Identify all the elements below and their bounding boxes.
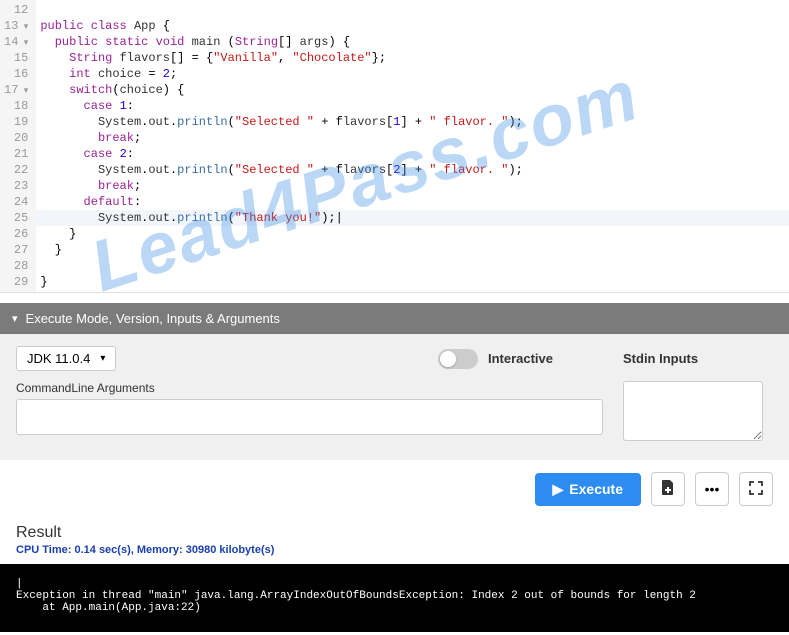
code-line[interactable]: } bbox=[36, 274, 789, 290]
chevron-down-icon: ▾ bbox=[12, 312, 18, 325]
code-area[interactable]: public class App { public static void ma… bbox=[36, 0, 789, 292]
code-line[interactable] bbox=[36, 2, 789, 18]
code-line[interactable]: case 1: bbox=[36, 98, 789, 114]
button-row: ▶ Execute ••• bbox=[0, 460, 789, 518]
dots-icon: ••• bbox=[705, 481, 720, 497]
line-number: 18 bbox=[4, 98, 28, 114]
line-number: 14 bbox=[4, 34, 28, 50]
code-line[interactable]: System.out.println("Thank you!");| bbox=[36, 210, 789, 226]
line-number: 24 bbox=[4, 194, 28, 210]
fullscreen-button[interactable] bbox=[739, 472, 773, 506]
code-line[interactable] bbox=[36, 258, 789, 274]
caret-down-icon: ▾ bbox=[100, 353, 105, 364]
line-number: 12 bbox=[4, 2, 28, 18]
code-line[interactable]: public static void main (String[] args) … bbox=[36, 34, 789, 50]
code-line[interactable]: String flavors[] = {"Vanilla", "Chocolat… bbox=[36, 50, 789, 66]
code-line[interactable]: case 2: bbox=[36, 146, 789, 162]
line-number: 16 bbox=[4, 66, 28, 82]
code-line[interactable]: } bbox=[36, 242, 789, 258]
result-header: Result bbox=[0, 518, 789, 544]
more-button[interactable]: ••• bbox=[695, 472, 729, 506]
save-file-button[interactable] bbox=[651, 472, 685, 506]
line-number: 20 bbox=[4, 130, 28, 146]
code-line[interactable]: System.out.println("Selected " + flavors… bbox=[36, 162, 789, 178]
line-gutter: 121314151617181920212223242526272829 bbox=[0, 0, 36, 292]
line-number: 13 bbox=[4, 18, 28, 34]
line-number: 29 bbox=[4, 274, 28, 290]
panel-title: Execute Mode, Version, Inputs & Argument… bbox=[26, 311, 280, 326]
expand-icon bbox=[749, 481, 763, 498]
code-line[interactable]: break; bbox=[36, 130, 789, 146]
code-line[interactable]: int choice = 2; bbox=[36, 66, 789, 82]
code-line[interactable]: default: bbox=[36, 194, 789, 210]
result-meta: CPU Time: 0.14 sec(s), Memory: 30980 kil… bbox=[0, 544, 789, 564]
code-line[interactable]: System.out.println("Selected " + flavors… bbox=[36, 114, 789, 130]
code-line[interactable]: switch(choice) { bbox=[36, 82, 789, 98]
execute-panel-body: JDK 11.0.4 ▾ Interactive Stdin Inputs Co… bbox=[0, 334, 789, 460]
line-number: 23 bbox=[4, 178, 28, 194]
execute-panel-header[interactable]: ▾ Execute Mode, Version, Inputs & Argume… bbox=[0, 303, 789, 334]
line-number: 26 bbox=[4, 226, 28, 242]
interactive-label: Interactive bbox=[488, 351, 553, 366]
code-line[interactable]: break; bbox=[36, 178, 789, 194]
line-number: 15 bbox=[4, 50, 28, 66]
line-number: 27 bbox=[4, 242, 28, 258]
execute-label: Execute bbox=[569, 481, 623, 497]
stdin-label: Stdin Inputs bbox=[623, 351, 773, 366]
jdk-version-select[interactable]: JDK 11.0.4 ▾ bbox=[16, 346, 116, 371]
line-number: 21 bbox=[4, 146, 28, 162]
interactive-toggle[interactable] bbox=[438, 349, 478, 369]
play-icon: ▶ bbox=[553, 481, 564, 498]
stdin-input[interactable] bbox=[623, 381, 763, 441]
file-plus-icon bbox=[661, 480, 675, 499]
line-number: 17 bbox=[4, 82, 28, 98]
code-line[interactable]: public class App { bbox=[36, 18, 789, 34]
line-number: 22 bbox=[4, 162, 28, 178]
cmdline-input[interactable] bbox=[16, 399, 603, 435]
line-number: 28 bbox=[4, 258, 28, 274]
console-output: | Exception in thread "main" java.lang.A… bbox=[0, 564, 789, 632]
execute-button[interactable]: ▶ Execute bbox=[535, 473, 641, 506]
code-editor[interactable]: 121314151617181920212223242526272829 pub… bbox=[0, 0, 789, 293]
cmdline-label: CommandLine Arguments bbox=[16, 381, 603, 395]
version-selected-label: JDK 11.0.4 bbox=[27, 351, 90, 366]
line-number: 25 bbox=[4, 210, 28, 226]
line-number: 19 bbox=[4, 114, 28, 130]
code-line[interactable]: } bbox=[36, 226, 789, 242]
